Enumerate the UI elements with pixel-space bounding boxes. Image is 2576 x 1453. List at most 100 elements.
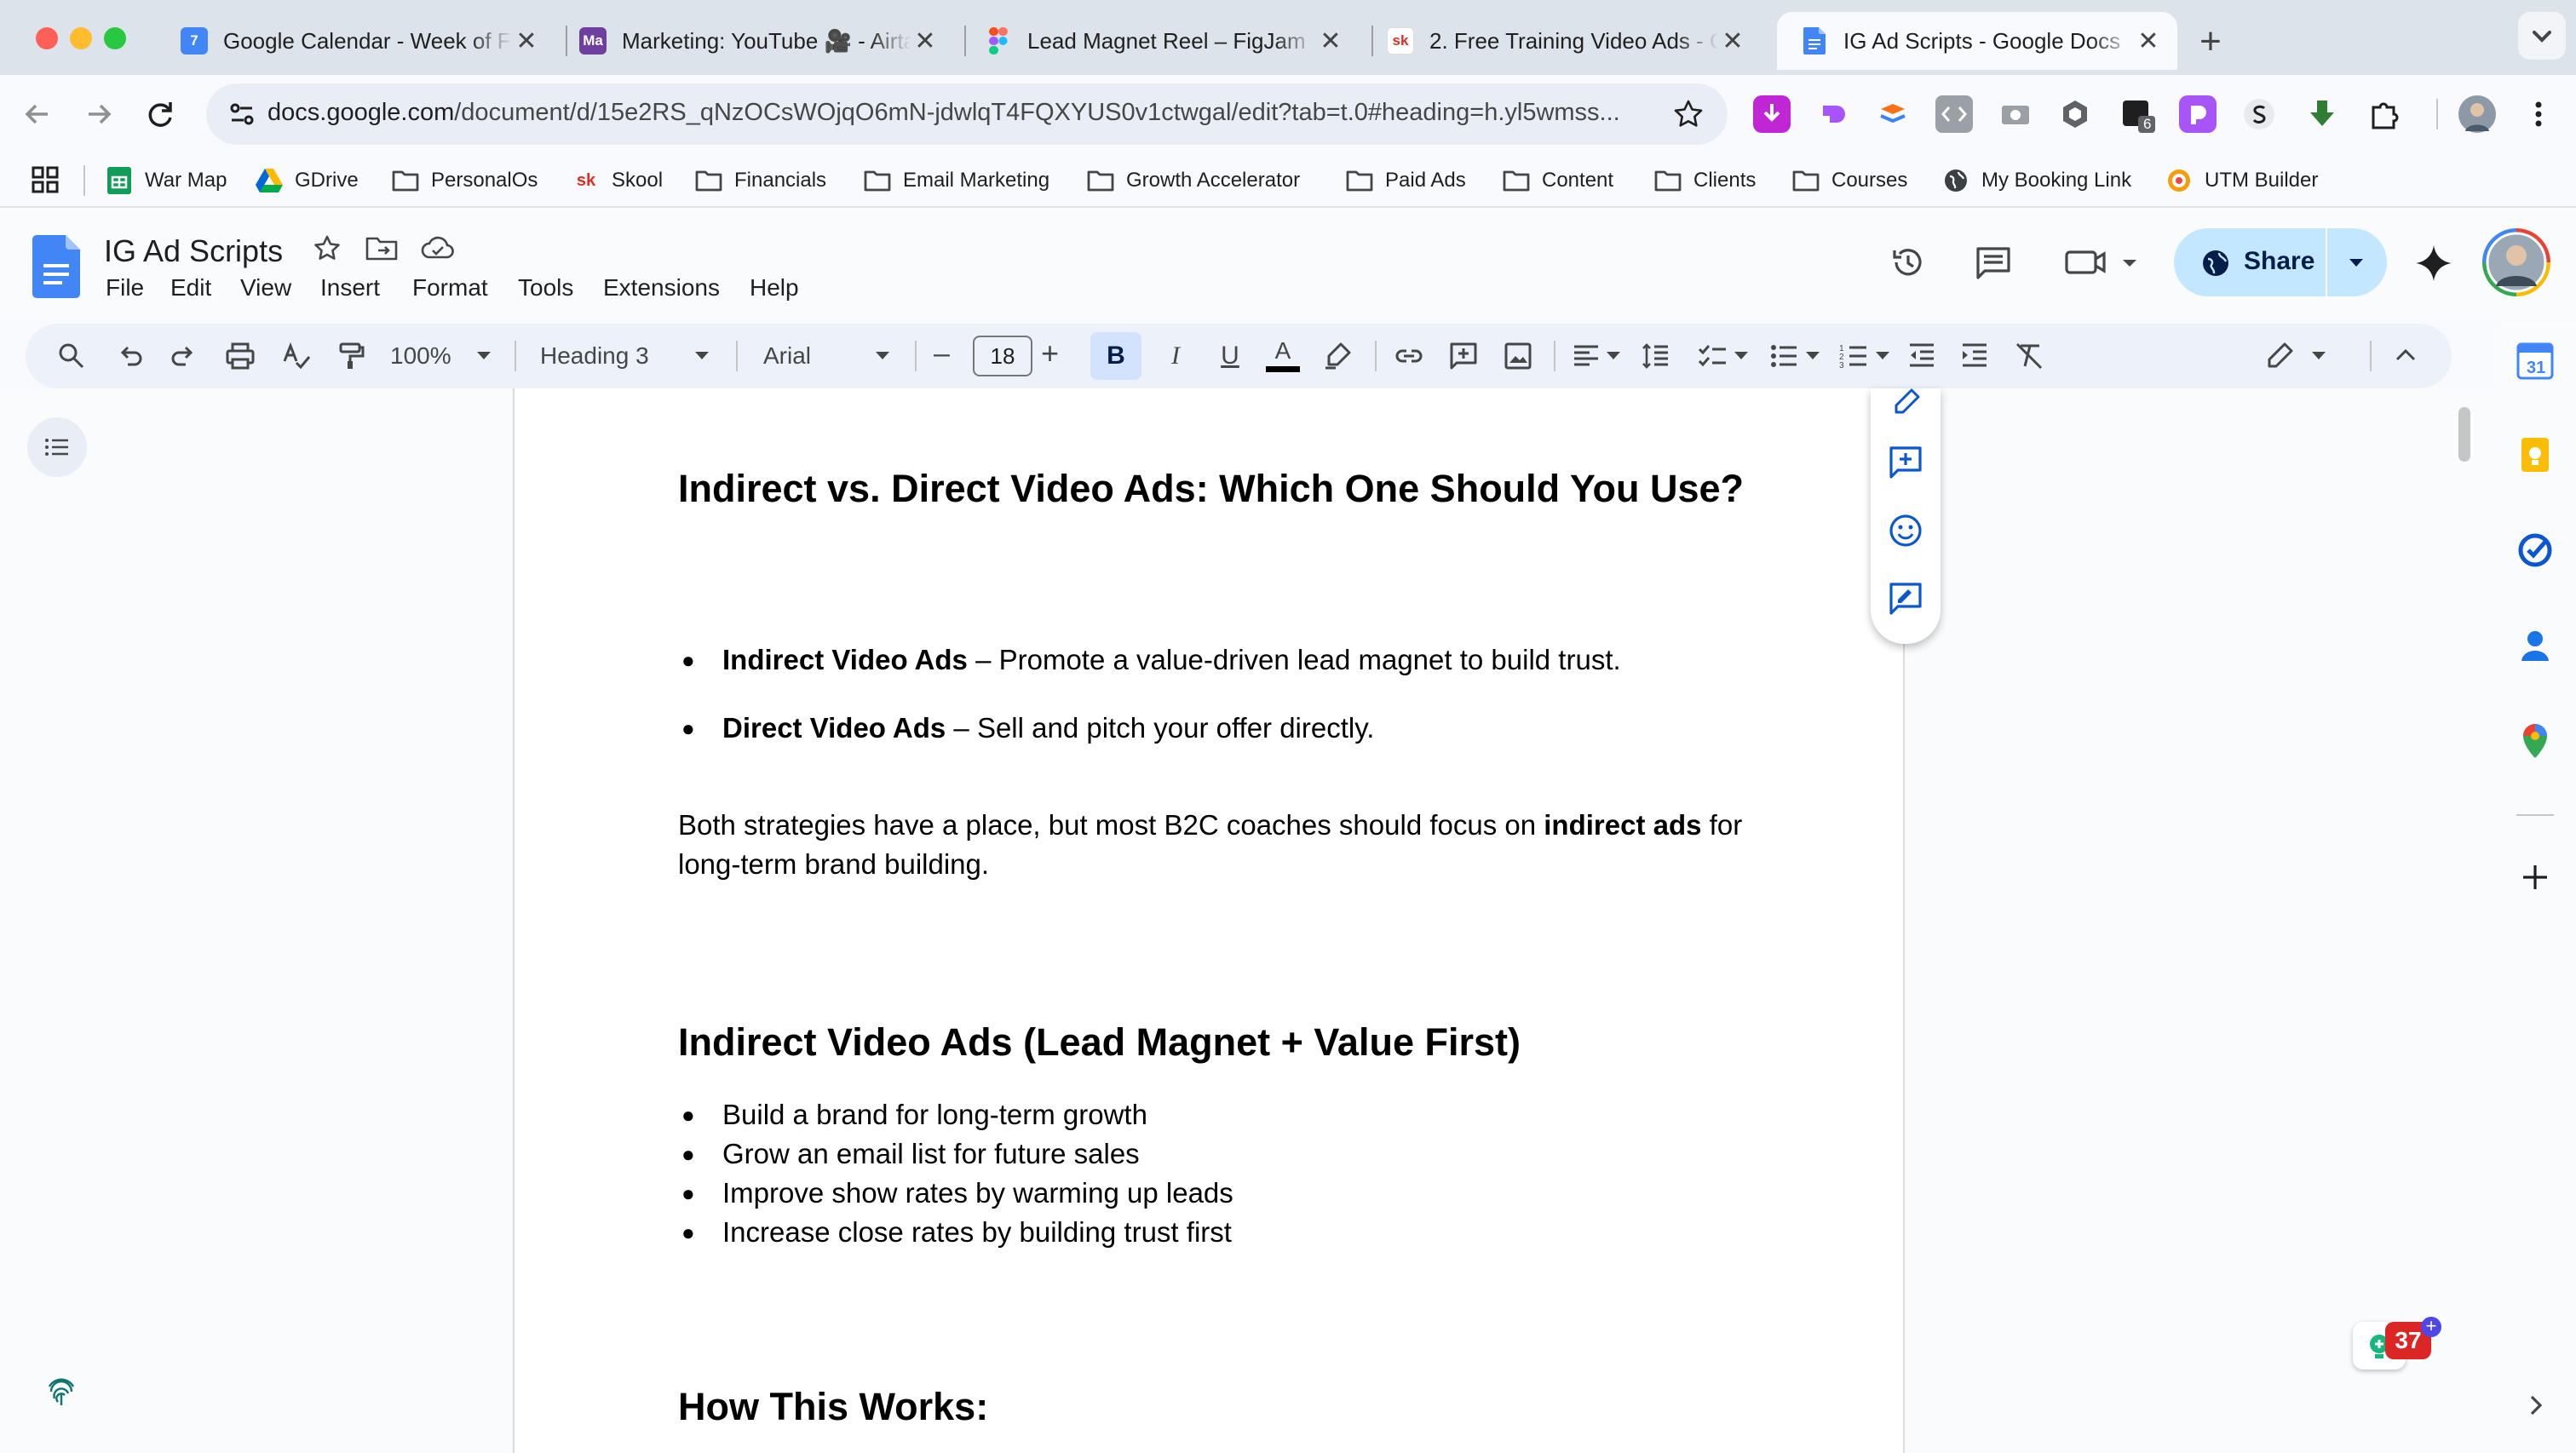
menu-tools[interactable]: Tools xyxy=(518,274,573,302)
bookmark-utm-builder[interactable]: UTM Builder xyxy=(2165,164,2318,198)
paint-format-icon[interactable] xyxy=(336,341,366,371)
underline-button[interactable]: U xyxy=(1206,332,1254,380)
zoom-select[interactable]: 100% xyxy=(390,342,451,370)
puzzle-extensions-icon[interactable] xyxy=(2365,95,2402,133)
new-tab-button[interactable]: + xyxy=(2189,20,2232,63)
bookmark-personalos[interactable]: PersonalOs xyxy=(392,164,538,198)
browser-menu-button[interactable] xyxy=(2520,95,2557,133)
fingerprint-icon[interactable] xyxy=(44,1375,78,1409)
version-history-icon[interactable] xyxy=(1888,242,1929,283)
s-extension-icon[interactable] xyxy=(2240,95,2278,133)
grammar-widget[interactable]: 37 + xyxy=(2353,1317,2447,1371)
google-keep-icon[interactable] xyxy=(2515,434,2556,475)
docs-logo-icon[interactable] xyxy=(32,235,80,298)
minimize-window-button[interactable] xyxy=(70,27,92,49)
menu-help[interactable]: Help xyxy=(750,274,799,302)
italic-button[interactable]: I xyxy=(1152,332,1199,380)
tab-google-calendar[interactable]: 7 Google Calendar - Week of Fe ✕ xyxy=(157,12,555,70)
loom-extension-icon[interactable] xyxy=(1814,95,1852,133)
clear-formatting-icon[interactable] xyxy=(2014,341,2044,371)
close-tab-icon[interactable]: ✕ xyxy=(1317,26,1344,56)
bookmark-clients[interactable]: Clients xyxy=(1654,164,1756,198)
camera-extension-icon[interactable] xyxy=(1997,95,2034,133)
bookmark-paid-ads[interactable]: Paid Ads xyxy=(1346,164,1466,198)
outline-button[interactable] xyxy=(27,417,87,477)
tab-figjam[interactable]: Lead Magnet Reel – FigJam ✕ xyxy=(961,12,1360,70)
highlight-pen-icon[interactable] xyxy=(1322,341,1353,371)
suggest-edits-icon[interactable] xyxy=(1888,581,1923,617)
gemini-sparkle-icon[interactable] xyxy=(2412,242,2455,284)
increase-indent-icon[interactable] xyxy=(1959,341,1990,371)
bookmark-star-icon[interactable] xyxy=(1671,97,1705,131)
bookmark-growth-accelerator[interactable]: Growth Accelerator xyxy=(1087,164,1300,198)
bulleted-list-icon[interactable] xyxy=(1768,341,1799,371)
stack-extension-icon[interactable] xyxy=(1874,95,1912,133)
add-comment-icon[interactable] xyxy=(1888,445,1923,480)
bookmark-content[interactable]: Content xyxy=(1503,164,1613,198)
checklist-icon[interactable] xyxy=(1697,341,1728,371)
reload-button[interactable] xyxy=(140,94,181,135)
emoji-reaction-icon[interactable] xyxy=(1888,513,1923,548)
google-maps-icon[interactable] xyxy=(2515,721,2556,761)
chevron-up-icon[interactable] xyxy=(2390,341,2421,371)
download-extension-icon[interactable] xyxy=(1753,95,1791,133)
account-avatar[interactable] xyxy=(2482,228,2550,296)
close-tab-icon[interactable]: ✕ xyxy=(911,26,939,56)
menu-file[interactable]: File xyxy=(106,274,144,302)
maximize-window-button[interactable] xyxy=(104,27,126,49)
bookmark-courses[interactable]: Courses xyxy=(1792,164,1907,198)
download-arrow-icon[interactable] xyxy=(2303,95,2341,133)
add-comment-icon[interactable] xyxy=(1448,341,1479,371)
bold-button[interactable]: B xyxy=(1090,332,1141,380)
google-tasks-icon[interactable] xyxy=(2515,530,2556,571)
bookmark-war-map[interactable]: War Map xyxy=(106,164,227,198)
meet-button[interactable] xyxy=(2063,242,2157,283)
insert-image-icon[interactable] xyxy=(1503,341,1533,371)
google-contacts-icon[interactable] xyxy=(2515,625,2556,666)
spellcheck-icon[interactable] xyxy=(281,341,312,371)
share-button[interactable]: Share xyxy=(2174,228,2387,296)
bookmark-email-marketing[interactable]: Email Marketing xyxy=(864,164,1049,198)
comments-icon[interactable] xyxy=(1973,242,2014,283)
bookmark-my-booking-link[interactable]: My Booking Link xyxy=(1942,164,2131,198)
tab-ig-ad-scripts[interactable]: IG Ad Scripts - Google Docs ✕ xyxy=(1777,12,2177,70)
add-addon-icon[interactable] xyxy=(2515,857,2556,898)
bookmark-financials[interactable]: Financials xyxy=(695,164,826,198)
cloud-saved-icon[interactable] xyxy=(419,233,457,264)
google-calendar-icon[interactable]: 31 xyxy=(2515,341,2556,382)
print-icon[interactable] xyxy=(225,341,256,371)
chevron-right-icon[interactable] xyxy=(2515,1385,2556,1426)
site-settings-icon[interactable] xyxy=(225,97,259,131)
line-spacing-icon[interactable] xyxy=(1641,341,1671,371)
back-button[interactable] xyxy=(17,94,58,135)
paragraph-style-select[interactable]: Heading 3 xyxy=(540,342,649,370)
hexagon-extension-icon[interactable] xyxy=(2056,95,2094,133)
tab-search-button[interactable] xyxy=(2518,12,2566,60)
numbered-list-icon[interactable]: 123 xyxy=(1838,341,1869,371)
decrease-indent-icon[interactable] xyxy=(1906,341,1937,371)
menu-view[interactable]: View xyxy=(240,274,291,302)
menu-format[interactable]: Format xyxy=(412,274,488,302)
star-icon[interactable] xyxy=(312,233,342,264)
vertical-scrollbar-thumb[interactable] xyxy=(2458,407,2470,462)
document-title[interactable]: IG Ad Scripts xyxy=(104,233,283,269)
calendar-extension-icon[interactable]: 6 xyxy=(2118,95,2155,133)
caret-down-icon[interactable] xyxy=(2341,252,2372,273)
forward-button[interactable] xyxy=(78,94,119,135)
close-tab-icon[interactable]: ✕ xyxy=(513,26,540,56)
bookmark-gdrive[interactable]: GDrive xyxy=(256,164,359,198)
close-tab-icon[interactable]: ✕ xyxy=(1719,26,1746,56)
redo-icon[interactable] xyxy=(169,341,199,371)
purple-extension-icon[interactable] xyxy=(2179,95,2217,133)
close-window-button[interactable] xyxy=(36,27,58,49)
increase-font-size-button[interactable]: + xyxy=(1041,336,1059,371)
insert-link-icon[interactable] xyxy=(1394,341,1424,371)
editing-mode-pencil-icon[interactable] xyxy=(2264,341,2295,371)
align-left-icon[interactable] xyxy=(1571,341,1601,371)
font-size-input[interactable]: 18 xyxy=(973,336,1032,376)
menu-edit[interactable]: Edit xyxy=(170,274,211,302)
tab-airtable-marketing[interactable]: Ma Marketing: YouTube 🎥 - Airta ✕ xyxy=(555,12,954,70)
text-color-button[interactable]: A xyxy=(1259,332,1307,380)
undo-icon[interactable] xyxy=(114,341,145,371)
menu-insert[interactable]: Insert xyxy=(320,274,380,302)
